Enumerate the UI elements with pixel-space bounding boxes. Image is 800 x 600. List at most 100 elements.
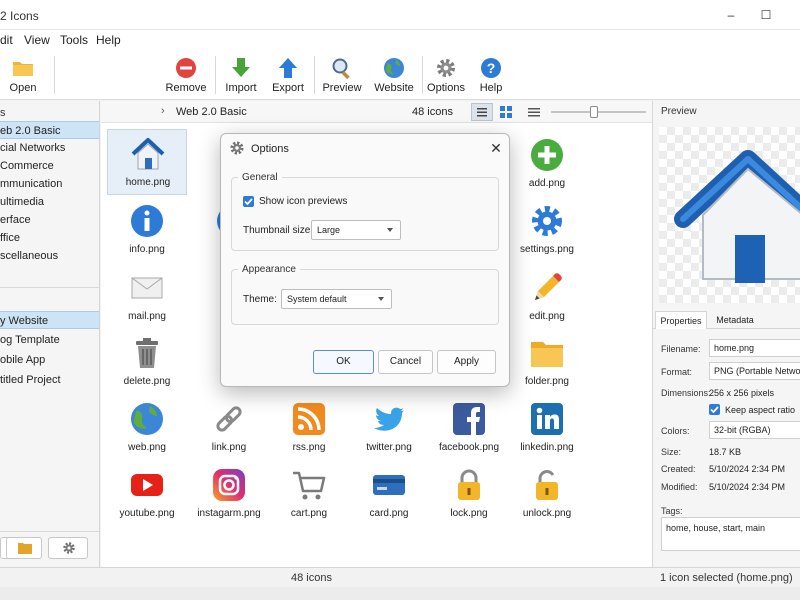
format-field[interactable]: PNG (Portable Network Graphics) <box>709 362 800 380</box>
details-view-icon[interactable] <box>527 106 541 118</box>
sidebar-item-communication[interactable]: mmunication <box>0 175 99 193</box>
open-button[interactable]: Open <box>0 54 51 98</box>
icon-item-add[interactable]: add.png <box>507 131 587 197</box>
menu-help[interactable]: Help <box>96 33 121 47</box>
cancel-button[interactable]: Cancel <box>378 350 433 374</box>
keep-aspect-checkbox[interactable] <box>709 404 720 415</box>
export-button[interactable]: Export <box>260 54 316 98</box>
icon-item-facebook[interactable]: facebook.png <box>429 395 509 461</box>
link-icon <box>216 406 242 432</box>
sidebar-item-multimedia[interactable]: ultimedia <box>0 193 99 211</box>
zoom-slider-track[interactable] <box>551 111 646 113</box>
icon-item-lock[interactable]: lock.png <box>429 461 509 527</box>
colors-field[interactable]: 32-bit (RGBA) <box>709 421 800 439</box>
icon-item-delete[interactable]: delete.png <box>107 329 187 395</box>
tags-field[interactable]: home, house, start, main <box>661 517 800 551</box>
icon-item-instagram[interactable]: instagarm.png <box>189 461 269 527</box>
credit-card-icon <box>373 475 405 495</box>
gear-icon <box>230 141 244 155</box>
preview-button[interactable]: Preview <box>314 54 370 98</box>
globe-icon <box>384 58 404 78</box>
sidebar-item-office[interactable]: ffice <box>0 229 99 247</box>
sidebar-item-interface[interactable]: erface <box>0 211 99 229</box>
chevron-down-icon <box>387 228 393 232</box>
toolbar-separator <box>54 56 55 94</box>
apply-button[interactable]: Apply <box>437 350 496 374</box>
icon-label: twitter.png <box>366 442 412 453</box>
home-icon <box>131 138 165 170</box>
icon-item-home[interactable]: home.png <box>107 129 187 195</box>
tags-label: Tags: <box>661 506 683 516</box>
icon-label: folder.png <box>525 376 569 387</box>
grid-view-button[interactable] <box>495 103 517 121</box>
sidebar-item-my-website[interactable]: y Website <box>0 311 99 329</box>
help-button[interactable]: ? Help <box>463 54 519 98</box>
thumbnail-size-select[interactable]: Large <box>311 220 401 240</box>
tab-properties[interactable]: Properties <box>655 311 707 329</box>
icon-label: edit.png <box>529 311 565 322</box>
zoom-slider-thumb[interactable] <box>590 106 598 118</box>
website-button[interactable]: Website <box>366 54 422 98</box>
sidebar-item-blog-template[interactable]: og Template <box>0 331 99 349</box>
menu-view[interactable]: View <box>24 33 50 47</box>
list-view-icon <box>477 108 487 117</box>
sidebar-header: s <box>0 107 6 119</box>
icon-label: rss.png <box>292 442 326 453</box>
remove-label: Remove <box>165 82 207 94</box>
ok-button[interactable]: OK <box>313 350 374 374</box>
trash-icon <box>136 338 158 368</box>
open-label: Open <box>9 82 37 94</box>
dimensions-value: 256 x 256 pixels <box>709 388 775 398</box>
theme-value: System default <box>287 294 347 304</box>
icon-item-edit[interactable]: edit.png <box>507 264 587 330</box>
sidebar-item-untitled-project[interactable]: titled Project <box>0 371 99 389</box>
menu-edit[interactable]: dit <box>0 33 13 47</box>
chevron-right-icon[interactable]: › <box>161 105 165 117</box>
sidebar-item-miscellaneous[interactable]: scellaneous <box>0 247 99 265</box>
icon-item-card[interactable]: card.png <box>349 461 429 527</box>
icon-item-link[interactable]: link.png <box>189 395 269 461</box>
sidebar-item-web-basic[interactable]: eb 2.0 Basic <box>0 121 99 139</box>
theme-select[interactable]: System default <box>281 289 392 309</box>
keep-aspect-label: Keep aspect ratio <box>725 405 796 415</box>
icon-item-linkedin[interactable]: linkedin.png <box>507 395 587 461</box>
chevron-down-icon <box>378 297 384 301</box>
maximize-button[interactable]: ☐ <box>757 6 775 24</box>
preview-canvas <box>659 127 800 303</box>
icon-item-folder[interactable]: folder.png <box>507 329 587 395</box>
icon-count: 48 icons <box>412 106 453 118</box>
cart-icon <box>293 471 326 500</box>
icon-label: unlock.png <box>522 508 572 519</box>
icon-item-youtube[interactable]: youtube.png <box>107 461 187 527</box>
sidebar-settings-button[interactable] <box>48 537 88 559</box>
close-icon[interactable]: ✕ <box>487 139 505 157</box>
icon-item-rss[interactable]: rss.png <box>269 395 349 461</box>
filename-field[interactable]: home.png <box>709 339 800 357</box>
sidebar-folder-button[interactable] <box>6 537 42 559</box>
remove-button[interactable]: Remove <box>158 54 214 98</box>
globe-icon <box>131 403 163 435</box>
icon-item-cart[interactable]: cart.png <box>269 461 349 527</box>
sidebar-item-social-networks[interactable]: cial Networks <box>0 139 99 157</box>
sidebar-item-mobile-app[interactable]: obile App <box>0 351 99 369</box>
minimize-button[interactable]: – <box>722 6 740 24</box>
appearance-group-title: Appearance <box>238 264 300 275</box>
show-previews-label: Show icon previews <box>259 196 348 207</box>
icon-item-unlock[interactable]: unlock.png <box>507 461 587 527</box>
list-view-button[interactable] <box>471 103 493 121</box>
size-label: Size: <box>661 447 682 457</box>
icon-item-twitter[interactable]: twitter.png <box>349 395 429 461</box>
sidebar-item-ecommerce[interactable]: Commerce <box>0 157 99 175</box>
icon-item-info[interactable]: info.png <box>107 197 187 263</box>
show-previews-checkbox[interactable] <box>243 196 254 207</box>
menu-tools[interactable]: Tools <box>60 33 88 47</box>
gear-icon <box>63 542 75 554</box>
format-label: Format: <box>661 367 693 377</box>
icon-item-settings[interactable]: settings.png <box>507 197 587 263</box>
icon-item-web[interactable]: web.png <box>107 395 187 461</box>
icon-label: info.png <box>129 244 165 255</box>
tab-metadata[interactable]: Metadata <box>709 311 761 329</box>
export-arrow-icon <box>279 58 297 78</box>
breadcrumb[interactable]: Web 2.0 Basic <box>176 106 247 118</box>
icon-item-mail[interactable]: mail.png <box>107 264 187 330</box>
